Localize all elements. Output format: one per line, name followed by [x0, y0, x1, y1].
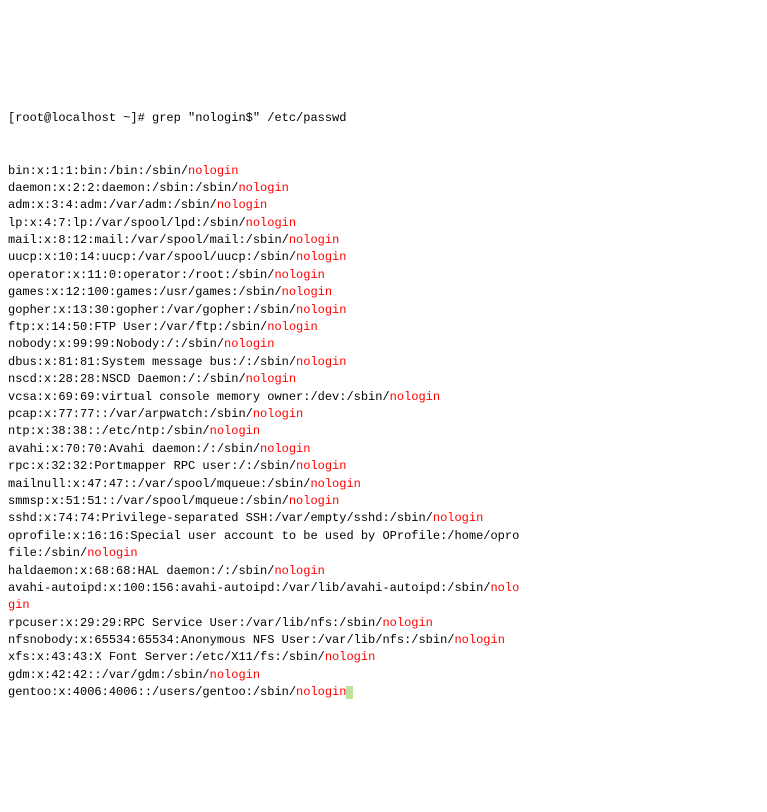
- grep-match: nologin: [433, 511, 483, 525]
- output-line: games:x:12:100:games:/usr/games:/sbin/no…: [8, 284, 759, 301]
- grep-match: nologin: [224, 337, 274, 351]
- grep-match: nologin: [253, 407, 303, 421]
- output-line: lp:x:4:7:lp:/var/spool/lpd:/sbin/nologin: [8, 215, 759, 232]
- output-line: mailnull:x:47:47::/var/spool/mqueue:/sbi…: [8, 476, 759, 493]
- grep-match: nologin: [260, 442, 310, 456]
- output-line: daemon:x:2:2:daemon:/sbin:/sbin/nologin: [8, 180, 759, 197]
- grep-match: nologin: [87, 546, 137, 560]
- output-line: gdm:x:42:42::/var/gdm:/sbin/nologin: [8, 667, 759, 684]
- output-line: avahi:x:70:70:Avahi daemon:/:/sbin/nolog…: [8, 441, 759, 458]
- grep-match: nologin: [296, 685, 346, 699]
- grep-match: nologin: [382, 616, 432, 630]
- grep-match: nologin: [188, 164, 238, 178]
- grep-match: nologin: [210, 668, 260, 682]
- cursor: [346, 686, 353, 699]
- shell-prompt: [root@localhost ~]#: [8, 111, 152, 125]
- grep-match: nologin: [296, 303, 346, 317]
- output-line: nscd:x:28:28:NSCD Daemon:/:/sbin/nologin: [8, 371, 759, 388]
- grep-match: nologin: [390, 390, 440, 404]
- grep-match: nologin: [238, 181, 288, 195]
- output-line: avahi-autoipd:x:100:156:avahi-autoipd:/v…: [8, 580, 759, 615]
- output-line: ntp:x:38:38::/etc/ntp:/sbin/nologin: [8, 423, 759, 440]
- output-line: nfsnobody:x:65534:65534:Anonymous NFS Us…: [8, 632, 759, 649]
- output-line: dbus:x:81:81:System message bus:/:/sbin/…: [8, 354, 759, 371]
- grep-match: nologin: [274, 268, 324, 282]
- grep-match: nologin: [267, 320, 317, 334]
- grep-match: nologin: [325, 650, 375, 664]
- grep-match: nologin: [296, 355, 346, 369]
- output-line: sshd:x:74:74:Privilege-separated SSH:/va…: [8, 510, 759, 527]
- output-line: oprofile:x:16:16:Special user account to…: [8, 528, 759, 563]
- command-line: [root@localhost ~]# grep "nologin$" /etc…: [8, 110, 759, 127]
- output-line: haldaemon:x:68:68:HAL daemon:/:/sbin/nol…: [8, 563, 759, 580]
- grep-match: nologin: [246, 372, 296, 386]
- output-line: operator:x:11:0:operator:/root:/sbin/nol…: [8, 267, 759, 284]
- output-line: bin:x:1:1:bin:/bin:/sbin/nologin: [8, 163, 759, 180]
- grep-match: nologin: [289, 233, 339, 247]
- output-line: rpc:x:32:32:Portmapper RPC user:/:/sbin/…: [8, 458, 759, 475]
- output-line: gentoo:x:4006:4006::/users/gentoo:/sbin/…: [8, 684, 759, 701]
- grep-match: nologin: [210, 424, 260, 438]
- grep-match: nologin: [296, 459, 346, 473]
- grep-output: bin:x:1:1:bin:/bin:/sbin/nologindaemon:x…: [8, 163, 759, 702]
- grep-match: nologin: [282, 285, 332, 299]
- output-line: gopher:x:13:30:gopher:/var/gopher:/sbin/…: [8, 302, 759, 319]
- terminal-output: [root@localhost ~]# grep "nologin$" /etc…: [8, 76, 759, 719]
- grep-match: nologin: [274, 564, 324, 578]
- grep-match: nologin: [296, 250, 346, 264]
- output-line: nobody:x:99:99:Nobody:/:/sbin/nologin: [8, 336, 759, 353]
- grep-match: nologin: [217, 198, 267, 212]
- command-text: grep "nologin$" /etc/passwd: [152, 111, 346, 125]
- output-line: ftp:x:14:50:FTP User:/var/ftp:/sbin/nolo…: [8, 319, 759, 336]
- output-line: rpcuser:x:29:29:RPC Service User:/var/li…: [8, 615, 759, 632]
- grep-match: nologin: [310, 477, 360, 491]
- output-line: mail:x:8:12:mail:/var/spool/mail:/sbin/n…: [8, 232, 759, 249]
- output-line: adm:x:3:4:adm:/var/adm:/sbin/nologin: [8, 197, 759, 214]
- grep-match: nologin: [454, 633, 504, 647]
- output-line: vcsa:x:69:69:virtual console memory owne…: [8, 389, 759, 406]
- output-line: pcap:x:77:77::/var/arpwatch:/sbin/nologi…: [8, 406, 759, 423]
- output-line: uucp:x:10:14:uucp:/var/spool/uucp:/sbin/…: [8, 249, 759, 266]
- grep-match: nologin: [289, 494, 339, 508]
- output-line: xfs:x:43:43:X Font Server:/etc/X11/fs:/s…: [8, 649, 759, 666]
- output-line: smmsp:x:51:51::/var/spool/mqueue:/sbin/n…: [8, 493, 759, 510]
- grep-match: nologin: [246, 216, 296, 230]
- grep-match: nolo gin: [8, 581, 519, 612]
